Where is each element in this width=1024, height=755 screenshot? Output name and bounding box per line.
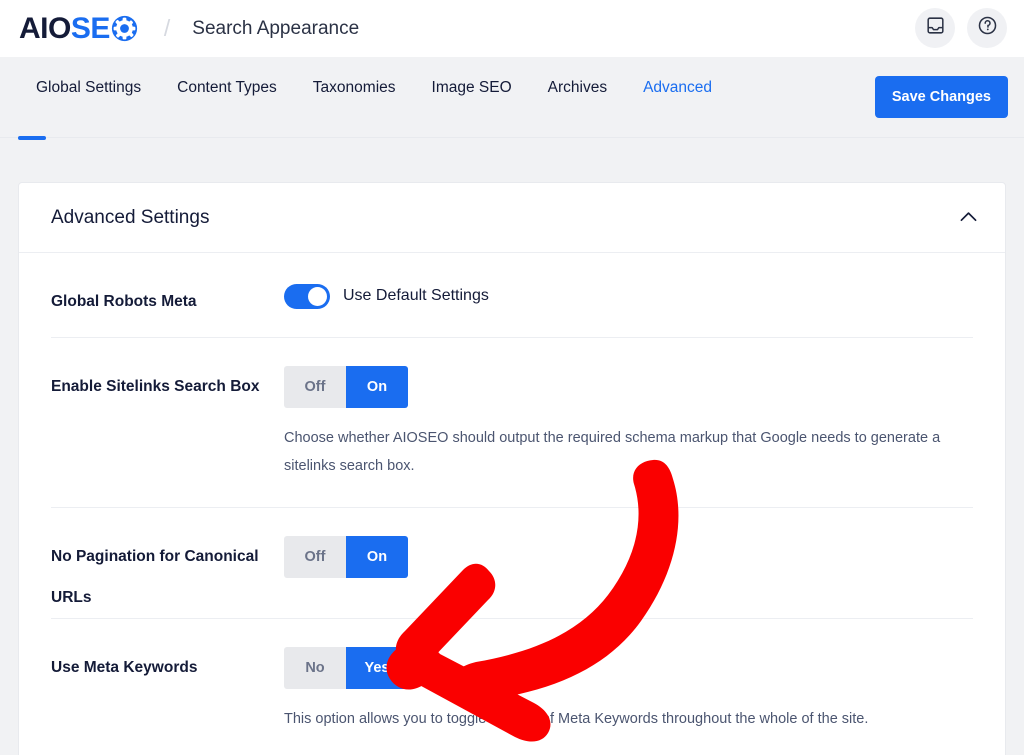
top-header-bar: AIO SE / Search Appearance bbox=[0, 0, 1024, 57]
tab-image-seo[interactable]: Image SEO bbox=[414, 79, 530, 97]
toggle-label: Use Default Settings bbox=[343, 287, 489, 304]
logo-aio-text: AIO bbox=[19, 11, 71, 45]
chevron-up-icon[interactable] bbox=[960, 209, 977, 227]
inbox-icon bbox=[926, 16, 945, 40]
row-control: Off On bbox=[284, 535, 973, 604]
segment-off[interactable]: Off bbox=[284, 535, 346, 578]
tab-global-settings[interactable]: Global Settings bbox=[18, 79, 159, 97]
app-window: AIO SE / Search Appearance Global Settin… bbox=[0, 0, 1024, 755]
segment-on[interactable]: On bbox=[346, 535, 408, 578]
row-label: Global Robots Meta bbox=[51, 293, 197, 310]
active-tab-indicator bbox=[18, 136, 46, 140]
row-enable-sitelinks-search-box: Enable Sitelinks Search Box Off On Choos… bbox=[51, 338, 973, 508]
row-control: Use Default Settings bbox=[284, 281, 973, 337]
sitelinks-search-box-segmented-control[interactable]: Off On bbox=[284, 366, 408, 408]
panel-title: Advanced Settings bbox=[51, 206, 210, 228]
save-changes-button[interactable]: Save Changes bbox=[874, 76, 1008, 118]
aioseo-logo[interactable]: AIO SE bbox=[19, 12, 138, 46]
toggle-knob bbox=[308, 286, 327, 306]
logo-text: AIO SE bbox=[19, 11, 138, 45]
advanced-settings-header[interactable]: Advanced Settings bbox=[19, 183, 1005, 253]
tab-archives[interactable]: Archives bbox=[530, 79, 625, 97]
advanced-settings-card: Advanced Settings Global Robots Meta Use… bbox=[18, 182, 1006, 755]
row-control: No Yes This option allows you to toggle … bbox=[284, 646, 973, 755]
segment-yes[interactable]: Yes bbox=[346, 646, 408, 689]
breadcrumb-separator: / bbox=[163, 15, 171, 41]
row-label: No Pagination for Canonical URLs bbox=[51, 547, 259, 606]
row-no-pagination-canonical-urls: No Pagination for Canonical URLs Off On bbox=[51, 508, 973, 619]
no-pagination-segmented-control[interactable]: Off On bbox=[284, 535, 408, 578]
row-label: Use Meta Keywords bbox=[51, 658, 198, 676]
logo-se-text: SE bbox=[70, 11, 111, 45]
use-meta-keywords-segmented-control[interactable]: No Yes bbox=[284, 646, 408, 689]
header-actions bbox=[915, 8, 1007, 48]
row-control: Off On Choose whether AIOSEO should outp… bbox=[284, 366, 973, 507]
notifications-button[interactable] bbox=[915, 8, 955, 48]
settings-rows: Global Robots Meta Use Default Settings … bbox=[19, 253, 1005, 755]
segment-on[interactable]: On bbox=[346, 366, 408, 408]
tab-bar-divider bbox=[0, 137, 1024, 138]
row-description: Choose whether AIOSEO should output the … bbox=[284, 430, 941, 475]
tab-content-types[interactable]: Content Types bbox=[159, 79, 295, 97]
page-title: Search Appearance bbox=[192, 17, 360, 39]
segment-off[interactable]: Off bbox=[284, 366, 346, 408]
gear-o-icon bbox=[111, 15, 138, 42]
help-button[interactable] bbox=[967, 8, 1007, 48]
row-label: Enable Sitelinks Search Box bbox=[51, 378, 260, 395]
tab-advanced[interactable]: Advanced bbox=[625, 79, 730, 97]
help-question-icon bbox=[977, 15, 998, 41]
tab-bar: Global Settings Content Types Taxonomies… bbox=[0, 57, 1024, 140]
tab-taxonomies[interactable]: Taxonomies bbox=[295, 79, 414, 97]
segment-no[interactable]: No bbox=[284, 646, 346, 689]
row-global-robots-meta: Global Robots Meta Use Default Settings bbox=[51, 253, 973, 338]
row-use-meta-keywords: Use Meta Keywords No Yes This option all… bbox=[51, 619, 973, 755]
row-description: This option allows you to toggle the use… bbox=[284, 710, 869, 727]
tab-list: Global Settings Content Types Taxonomies… bbox=[18, 79, 730, 97]
global-robots-meta-toggle[interactable] bbox=[284, 283, 330, 309]
